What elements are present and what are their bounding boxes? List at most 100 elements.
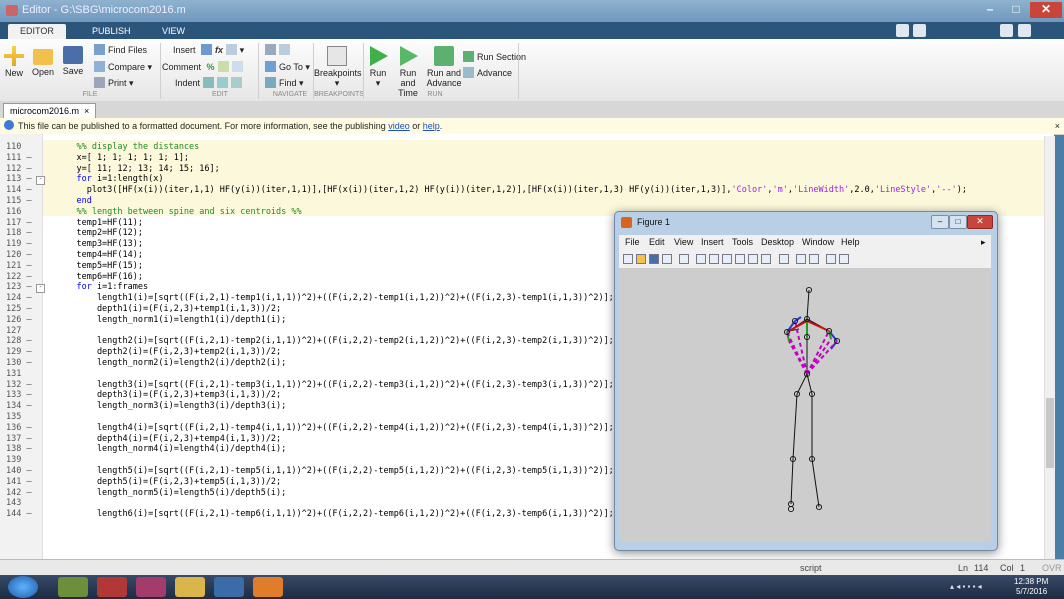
line-number[interactable]: 133 – [0,390,42,400]
video-link[interactable]: video [388,121,410,131]
code-line[interactable]: depth1(i)=(F(i,2,3)+temp1(i,1,3))/2; [56,304,281,314]
taskbar-app-icon-3[interactable] [136,577,166,597]
figure-window[interactable]: Figure 1 – □ ✕ File Edit View Insert Too… [614,211,998,551]
taskbar-matlab-icon[interactable] [253,577,283,597]
fold-toggle-icon[interactable]: - [36,284,45,294]
goto-button[interactable]: Go To ▾ [265,61,310,73]
fig-pointer-icon[interactable] [679,254,689,264]
code-line[interactable]: temp4=HF(14); [56,250,143,260]
breakpoints-button[interactable]: Breakpoints ▾ [314,46,362,88]
figure-menu-tools[interactable]: Tools [732,237,753,247]
fold-toggle-icon[interactable]: - [36,176,45,186]
close-tab-icon[interactable]: × [84,106,89,116]
line-number[interactable]: 110 [0,142,42,152]
taskbar-app-icon-5[interactable] [214,577,244,597]
comment-button[interactable]: Comment % [162,61,246,72]
line-number[interactable]: 127 [0,326,42,336]
line-number[interactable]: 112 – [0,164,42,174]
quick-access-help-icon[interactable] [1000,24,1013,37]
line-number[interactable]: 130 – [0,358,42,368]
line-number[interactable]: 132 – [0,380,42,390]
line-number[interactable]: 111 – [0,153,42,163]
advance-button[interactable]: Advance [463,67,512,78]
code-line[interactable]: temp1=HF(11); [56,218,143,228]
line-number[interactable]: 126 – [0,315,42,325]
tab-view[interactable]: VIEW [150,24,197,39]
fig-new-icon[interactable] [623,254,633,264]
line-number[interactable]: 137 – [0,434,42,444]
fig-datacursor-icon[interactable] [748,254,758,264]
fig-print-icon[interactable] [662,254,672,264]
code-line[interactable]: length_norm4(i)=length4(i)/depth4(i); [56,444,286,454]
line-number[interactable]: 124 – [0,293,42,303]
line-number[interactable]: 140 – [0,466,42,476]
close-info-icon[interactable]: × [1055,118,1060,134]
quick-access-search-icon[interactable] [1018,24,1031,37]
code-line[interactable]: temp6=HF(16); [56,272,143,282]
code-line[interactable]: plot3([HF(x(i))(iter,1,1) HF(y(i))(iter,… [56,185,967,195]
line-number[interactable]: 138 – [0,444,42,454]
figure-menu-insert[interactable]: Insert [701,237,724,247]
fig-rotate-icon[interactable] [735,254,745,264]
run-button[interactable]: Run ▾ [366,46,390,88]
quick-access-save-icon[interactable] [896,24,909,37]
figure-menu-view[interactable]: View [674,237,693,247]
tab-publish[interactable]: PUBLISH [80,24,143,39]
run-section-button[interactable]: Run Section [463,51,526,62]
line-number[interactable]: 131 [0,369,42,379]
file-tab-microcom2016[interactable]: microcom2016.m × [3,103,97,119]
code-line[interactable]: length2(i)=[sqrt((F(i,2,1)-temp2(i,1,1))… [56,336,614,346]
line-number[interactable]: 135 [0,412,42,422]
code-line[interactable]: depth3(i)=(F(i,2,3)+temp3(i,1,3))/2; [56,390,281,400]
figure-axes-canvas[interactable] [619,269,991,542]
code-line[interactable]: temp5=HF(15); [56,261,143,271]
figure-close-button[interactable]: ✕ [967,215,993,229]
figure-menu-edit[interactable]: Edit [649,237,665,247]
maximize-button[interactable]: □ [1004,2,1028,18]
code-line[interactable]: %% display the distances [56,142,199,152]
line-number[interactable]: 117 – [0,218,42,228]
line-number[interactable]: 120 – [0,250,42,260]
fig-zoom-in-icon[interactable] [696,254,706,264]
start-button[interactable] [8,576,38,598]
code-line[interactable]: end [56,196,91,206]
new-button[interactable]: New [2,46,26,78]
open-button[interactable]: Open [30,46,56,77]
line-number[interactable]: 114 – [0,185,42,195]
save-button[interactable]: Save [60,46,86,76]
insert-button[interactable]: Insert fx ▾ [173,44,244,56]
fig-colorbar-icon[interactable] [796,254,806,264]
line-number[interactable]: 139 [0,455,42,465]
taskbar-app-icon-1[interactable] [58,577,88,597]
quick-access-layout-icon[interactable] [913,24,926,37]
line-number[interactable]: 121 – [0,261,42,271]
indent-button[interactable]: Indent [175,77,245,88]
line-number[interactable]: 128 – [0,336,42,346]
line-number[interactable]: 125 – [0,304,42,314]
taskbar-app-icon-2[interactable] [97,577,127,597]
scrollbar-thumb[interactable] [1046,398,1054,468]
figure-menu-window[interactable]: Window [802,237,834,247]
line-number[interactable]: 134 – [0,401,42,411]
tab-editor[interactable]: EDITOR [8,24,66,39]
taskbar-folder-icon[interactable] [175,577,205,597]
fig-show-tools-icon[interactable] [839,254,849,264]
code-line[interactable]: temp2=HF(12); [56,228,143,238]
code-line[interactable]: x=[ 1; 1; 1; 1; 1; 1]; [56,153,189,163]
figure-menu-dock-arrow-icon[interactable]: ▸ [981,237,986,248]
find-files-button[interactable]: Find Files [94,44,147,55]
compare-button[interactable]: Compare ▾ [94,61,152,73]
code-line[interactable]: length1(i)=[sqrt((F(i,2,1)-temp1(i,1,1))… [56,293,614,303]
find-button[interactable]: Find ▾ [265,77,304,89]
line-number[interactable]: 144 – [0,509,42,519]
close-button[interactable]: ✕ [1030,2,1062,18]
figure-menu-desktop[interactable]: Desktop [761,237,794,247]
code-line[interactable]: length_norm5(i)=length5(i)/depth5(i); [56,488,286,498]
line-number[interactable]: 142 – [0,488,42,498]
code-line[interactable]: length4(i)=[sqrt((F(i,2,1)-temp4(i,1,1))… [56,423,614,433]
code-line[interactable]: length3(i)=[sqrt((F(i,2,1)-temp3(i,1,1))… [56,380,614,390]
code-line[interactable]: length_norm1(i)=length1(i)/depth1(i); [56,315,286,325]
editor-scrollbar[interactable] [1044,136,1055,559]
fig-pan-icon[interactable] [722,254,732,264]
figure-maximize-button[interactable]: □ [949,215,967,229]
